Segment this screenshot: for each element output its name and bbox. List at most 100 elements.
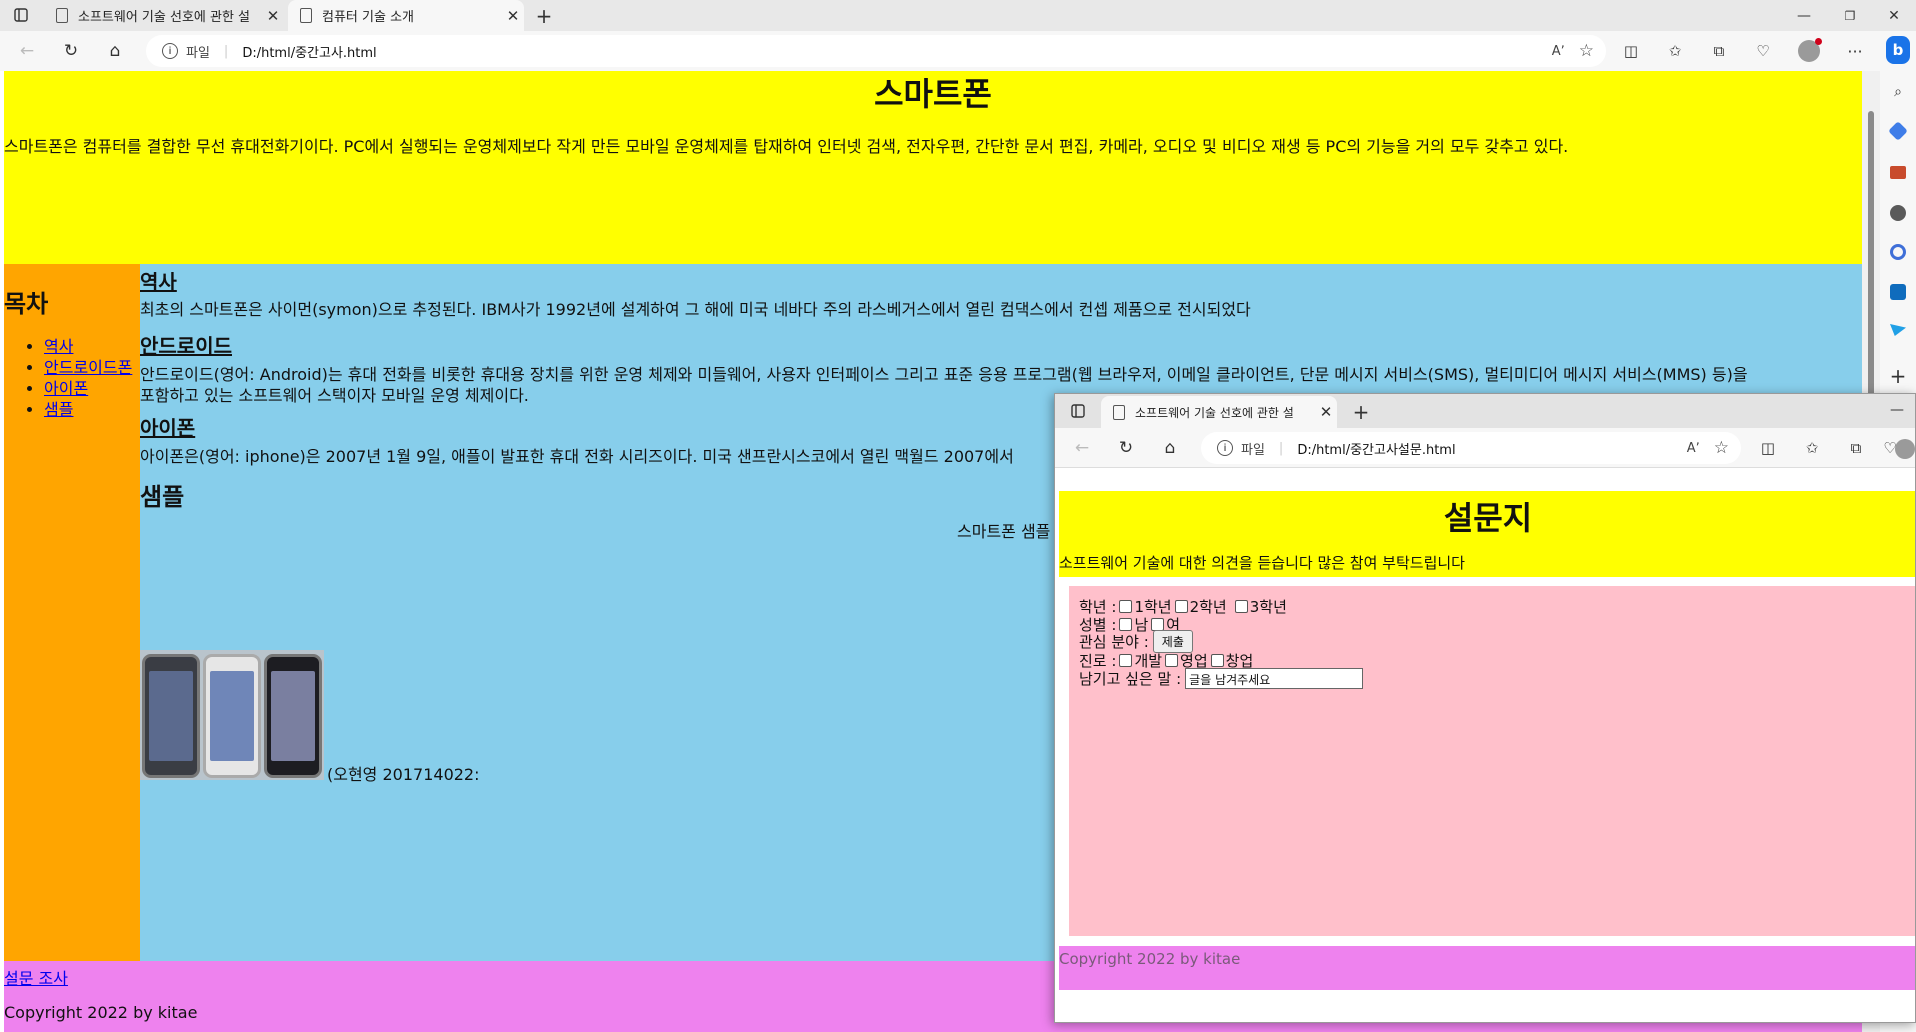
profile-avatar[interactable] (1895, 439, 1915, 459)
search-icon[interactable]: ⌕ (1886, 80, 1910, 104)
survey-page: 설문지 소프트웨어 기술에 대한 의견을 듣습니다 많은 참여 부탁드립니다 학… (1059, 491, 1915, 1022)
phone-image (203, 654, 261, 778)
sample-caption: 스마트폰 샘플 (957, 522, 1051, 541)
address-url: D:/html/중간고사.html (242, 45, 377, 61)
divider: | (223, 43, 229, 59)
smartphone-sample-image (140, 650, 324, 780)
sample-credit: (오현영 201714022: (327, 765, 480, 784)
page-icon (300, 8, 312, 23)
survey-footer: Copyright 2022 by kitae (1059, 946, 1915, 990)
section-heading-sample: 샘플 (140, 483, 185, 511)
read-aloud-icon[interactable]: Aʼ (1552, 44, 1565, 59)
restore-icon[interactable]: ❐ (1838, 4, 1862, 28)
minimize-icon[interactable]: — (1885, 398, 1909, 422)
section-text-android-line2: 포함하고 있는 소프트웨어 스택이자 모바일 운영 체제이다. (140, 386, 529, 405)
toc-link-sample[interactable]: 샘플 (44, 400, 73, 419)
split-screen-icon[interactable]: ◫ (1618, 38, 1644, 64)
close-icon[interactable]: ✕ (262, 7, 284, 25)
tab-title: 소프트웨어 기술 선호에 관한 설 (1135, 405, 1294, 420)
phone-image (264, 654, 322, 778)
section-heading-android: 안드로이드 (140, 334, 232, 358)
header: 스마트폰 스마트폰은 컴퓨터를 결합한 무선 휴대전화기이다. PC에서 실행되… (4, 71, 1862, 264)
collections-icon[interactable]: ⧉ (1706, 38, 1732, 64)
split-screen-icon[interactable]: ◫ (1755, 435, 1781, 461)
survey-tab[interactable]: 소프트웨어 기술 선호에 관한 설 ✕ (1101, 396, 1337, 428)
toc-list: 역사 안드로이드폰 아이폰 샘플 (4, 336, 132, 420)
toc-link-android[interactable]: 안드로이드폰 (44, 358, 132, 377)
section-heading-iphone: 아이폰 (140, 416, 196, 440)
section-text-android-line1: 안드로이드(영어: Android)는 휴대 전화를 비롯한 휴대용 장치를 위… (140, 365, 1748, 384)
grade-option-label: 3학년 (1249, 598, 1287, 616)
phone-image (142, 654, 200, 778)
favorite-star-icon[interactable]: ☆ (1579, 41, 1594, 61)
career-checkbox-sales[interactable] (1165, 654, 1179, 667)
more-icon[interactable]: ··· (1842, 38, 1868, 64)
read-aloud-icon[interactable]: Aʼ (1687, 441, 1700, 456)
toc-title: 목차 (4, 290, 49, 318)
tab-survey[interactable]: 소프트웨어 기술 선호에 관한 설 ✕ (44, 0, 284, 31)
home-icon[interactable]: ⌂ (102, 38, 128, 64)
tab-computer-tech[interactable]: 컴퓨터 기술 소개 ✕ (288, 0, 524, 31)
back-icon[interactable]: ← (1069, 435, 1095, 461)
address-scheme: 파일 (1241, 442, 1265, 458)
home-icon[interactable]: ⌂ (1157, 435, 1183, 461)
section-heading-history: 역사 (140, 270, 177, 294)
career-checkbox-startup[interactable] (1210, 654, 1224, 667)
browser-essentials-icon[interactable]: ♡ (1750, 38, 1776, 64)
add-sidebar-icon[interactable]: + (1886, 364, 1910, 388)
section-text-history: 최초의 스마트폰은 사이먼(symon)으로 추정된다. IBM사가 1992년… (140, 300, 1251, 319)
favorites-icon[interactable]: ✩ (1799, 435, 1825, 461)
tab-actions-icon[interactable] (1067, 400, 1089, 422)
divider: | (1278, 440, 1284, 456)
toc-item: 역사 (44, 336, 132, 357)
window-close-icon[interactable]: ✕ (1882, 4, 1906, 28)
survey-address-bar[interactable]: i 파일 | D:/html/중간고사설문.html Aʼ ☆ (1201, 432, 1741, 464)
survey-title: 설문지 (1443, 499, 1533, 537)
info-icon[interactable]: i (1217, 440, 1233, 456)
survey-form: 학년 : 1학년 2학년 3학년 성별 : 남 여 관심 분야 : 제출 진로 … (1069, 586, 1915, 936)
copilot-icon[interactable]: b (1886, 36, 1910, 64)
message-input[interactable]: 글을 남겨주세요 (1185, 668, 1364, 689)
section-text-iphone: 아이폰은(영어: iphone)은 2007년 1월 9일, 애플이 발표한 휴… (140, 447, 1014, 466)
survey-intro: 소프트웨어 기술에 대한 의견을 듣습니다 많은 참여 부탁드립니다 (1059, 554, 1465, 572)
toc-item: 안드로이드폰 (44, 357, 132, 378)
career-checkbox-dev[interactable] (1119, 654, 1133, 667)
new-tab-icon[interactable]: + (532, 4, 556, 28)
grade-checkbox-1[interactable] (1119, 600, 1133, 613)
address-bar[interactable]: i 파일 | D:/html/중간고사.html Aʼ ☆ (146, 35, 1606, 67)
toc-nav: 목차 역사 안드로이드폰 아이폰 샘플 (4, 264, 140, 961)
toc-link-iphone[interactable]: 아이폰 (44, 379, 88, 398)
survey-window: 소프트웨어 기술 선호에 관한 설 ✕ + — ← ↻ ⌂ i 파일 | D:/… (1054, 393, 1916, 1023)
grade-checkbox-3[interactable] (1234, 600, 1248, 613)
refresh-icon[interactable]: ↻ (1113, 435, 1139, 461)
survey-header: 설문지 소프트웨어 기술에 대한 의견을 듣습니다 많은 참여 부탁드립니다 (1059, 491, 1915, 577)
new-tab-icon[interactable]: + (1349, 400, 1373, 424)
outlook-icon[interactable] (1890, 284, 1906, 300)
microsoft365-icon[interactable] (1890, 244, 1906, 260)
games-icon[interactable] (1890, 205, 1906, 221)
favorites-icon[interactable]: ✩ (1662, 38, 1688, 64)
refresh-icon[interactable]: ↻ (58, 38, 84, 64)
message-label: 남기고 싶은 말 : (1079, 670, 1182, 688)
toc-item: 샘플 (44, 399, 132, 420)
close-icon[interactable]: ✕ (1315, 403, 1337, 421)
minimize-icon[interactable]: — (1792, 4, 1816, 28)
toc-link-history[interactable]: 역사 (44, 337, 73, 356)
copyright-text: Copyright 2022 by kitae (4, 1003, 198, 1022)
back-icon[interactable]: ← (14, 38, 40, 64)
page-icon (56, 8, 68, 23)
message-row: 남기고 싶은 말 : 글을 남겨주세요 (1079, 668, 1364, 689)
tools-icon[interactable] (1890, 166, 1906, 179)
tab-title: 소프트웨어 기술 선호에 관한 설 (78, 10, 251, 25)
favorite-star-icon[interactable]: ☆ (1714, 438, 1729, 458)
notification-dot (1815, 38, 1822, 45)
collections-icon[interactable]: ⧉ (1843, 435, 1869, 461)
survey-link[interactable]: 설문 조사 (4, 965, 68, 989)
close-icon[interactable]: ✕ (502, 7, 524, 25)
tab-title: 컴퓨터 기술 소개 (322, 10, 414, 25)
survey-copyright: Copyright 2022 by kitae (1059, 950, 1241, 968)
tab-actions-icon[interactable] (10, 4, 32, 26)
interest-label: 관심 분야 : (1079, 633, 1149, 651)
grade-checkbox-2[interactable] (1174, 600, 1188, 613)
info-icon[interactable]: i (162, 43, 178, 59)
